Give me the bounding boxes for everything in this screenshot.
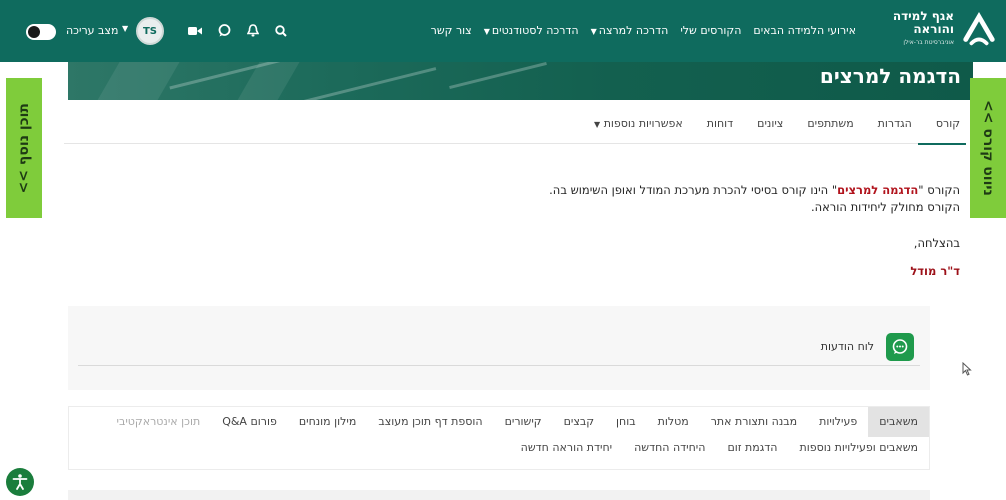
site-logo[interactable]: אגף למידה והוראה אוניברסיטת בר-אילן (893, 10, 998, 49)
drawer-additional-content[interactable]: תוכן נוסף >> (6, 78, 42, 218)
chevron-down-icon[interactable]: ▼ (122, 24, 128, 33)
logo-icon (963, 11, 995, 45)
toolbar-icons (188, 24, 287, 37)
course-tabs: קורס הגדרות משתתפים ציונים דוחות אפשרויו… (64, 104, 967, 145)
mouse-cursor-icon (962, 362, 972, 376)
forum-icon (886, 332, 914, 361)
activity-tab-interactive[interactable]: תוכן אינטראקטיבי (106, 407, 212, 437)
nav-contact[interactable]: צור קשר (431, 24, 472, 37)
chevron-down-icon: ▼ (483, 27, 490, 36)
activity-tab-new-unit[interactable]: היחידה החדשה (623, 441, 716, 454)
activity-tabs-row2: משאבים ופעילויות נוספות הדגמת זום היחידה… (69, 441, 929, 454)
activity-tab-glossary[interactable]: מילון מונחים (288, 407, 368, 437)
activity-tabs-row1: משאבים פעילויות מבנה ותצורת אתר מטלות בו… (69, 407, 929, 437)
description-line2: הקורס מחולק ליחידות הוראה. (810, 200, 960, 214)
activity-tab-zoom-demo[interactable]: הדגמת זום (716, 441, 788, 454)
tab-reports[interactable]: דוחות (707, 104, 733, 144)
nav-contact-label: צור קשר (430, 24, 472, 37)
activity-tab-new-teaching-unit[interactable]: יחידת הוראה חדשה (510, 441, 623, 454)
toggle-knob (28, 26, 40, 38)
drawer-left-label: תוכן נוסף >> (16, 102, 32, 194)
accessibility-button[interactable] (6, 468, 34, 496)
description-highlight: הדגמה למרצים (837, 183, 919, 197)
activity-tab-links[interactable]: קישורים (494, 407, 553, 437)
tab-participants[interactable]: משתתפים (807, 104, 853, 144)
nav-my-courses[interactable]: הקורסים שלי (680, 24, 741, 37)
forum-link[interactable]: לוח הודעות (821, 340, 874, 353)
user-avatar[interactable]: TS (136, 17, 164, 45)
course-description: הקורס "הדגמה למרצים" הינו קורס בסיסי להכ… (260, 182, 960, 216)
drawer-course-navigation[interactable]: ניווט קורס >> (970, 78, 1006, 218)
tab-settings[interactable]: הגדרות (878, 104, 912, 144)
activity-tab-resources[interactable]: משאבים (868, 407, 929, 437)
top-navbar: אגף למידה והוראה אוניברסיטת בר-אילן אירו… (0, 0, 1006, 62)
tab-more-options[interactable]: אפשרויות נוספות ▼ (594, 104, 683, 144)
next-section-box (68, 490, 930, 500)
description-line1: הקורס "הדגמה למרצים" הינו קורס בסיסי להכ… (260, 182, 960, 199)
activity-tab-assignments[interactable]: מטלות (647, 407, 700, 437)
activity-tab-qa-forum[interactable]: פורום Q&A (211, 407, 288, 437)
nav-my-courses-label: הקורסים שלי (680, 24, 742, 37)
announcements-forum-item[interactable]: לוח הודעות (78, 328, 920, 366)
main-nav: אירועי הלמידה הבאים הקורסים שלי הדרכה למ… (431, 24, 856, 37)
edit-mode-toggle[interactable] (26, 24, 56, 40)
tab-grades[interactable]: ציונים (757, 104, 783, 144)
activity-tab-site-structure[interactable]: מבנה ותצורת אתר (700, 407, 808, 437)
nav-upcoming-events[interactable]: אירועי הלמידה הבאים (753, 24, 856, 37)
course-banner: הדגמה למרצים (68, 62, 973, 100)
video-icon[interactable] (188, 25, 202, 37)
logo-line2: והוראה (913, 22, 954, 36)
tab-course[interactable]: קורס (917, 104, 967, 145)
description-signature: ד"ר מודל (910, 264, 960, 278)
chevron-down-icon: ▼ (590, 27, 597, 36)
activity-tab-quiz[interactable]: בוחן (605, 407, 647, 437)
edit-mode-label: מצב עריכה (66, 24, 119, 37)
activity-tab-designed-page[interactable]: הוספת דף תוכן מעוצב (367, 407, 493, 437)
nav-lecturer-guide[interactable]: הדרכה למרצה▼ (591, 24, 669, 37)
tab-more-options-label: אפשרויות נוספות (603, 116, 683, 130)
activity-tab-files[interactable]: קבצים (553, 407, 605, 437)
activity-tabs: משאבים פעילויות מבנה ותצורת אתר מטלות בו… (68, 406, 930, 470)
description-suffix: " הינו קורס בסיסי להכרת מערכת המודל ואופ… (549, 183, 838, 197)
chat-icon[interactable] (218, 24, 231, 37)
activity-tab-activities[interactable]: פעילויות (808, 407, 868, 437)
description-prefix: הקורס " (918, 183, 960, 197)
drawer-right-label: ניווט קורס >> (980, 100, 996, 196)
nav-lecturer-guide-label: הדרכה למרצה (598, 24, 669, 37)
logo-text: אגף למידה והוראה אוניברסיטת בר-אילן (893, 10, 954, 49)
activity-tab-more-resources[interactable]: משאבים ופעילויות נוספות (788, 441, 929, 454)
course-title: הדגמה למרצים (819, 64, 961, 88)
nav-student-guide[interactable]: הדרכה לסטודנטים▼ (484, 24, 579, 37)
search-icon[interactable] (275, 24, 287, 37)
description-greeting: בהצלחה, (913, 236, 960, 250)
nav-upcoming-events-label: אירועי הלמידה הבאים (753, 24, 856, 37)
nav-student-guide-label: הדרכה לסטודנטים (491, 24, 579, 37)
logo-subtitle: אוניברסיטת בר-אילן (903, 39, 954, 46)
chevron-down-icon: ▼ (594, 119, 601, 129)
announcements-section: לוח הודעות (68, 306, 930, 390)
bell-icon[interactable] (247, 24, 259, 37)
accessibility-icon (12, 474, 28, 490)
